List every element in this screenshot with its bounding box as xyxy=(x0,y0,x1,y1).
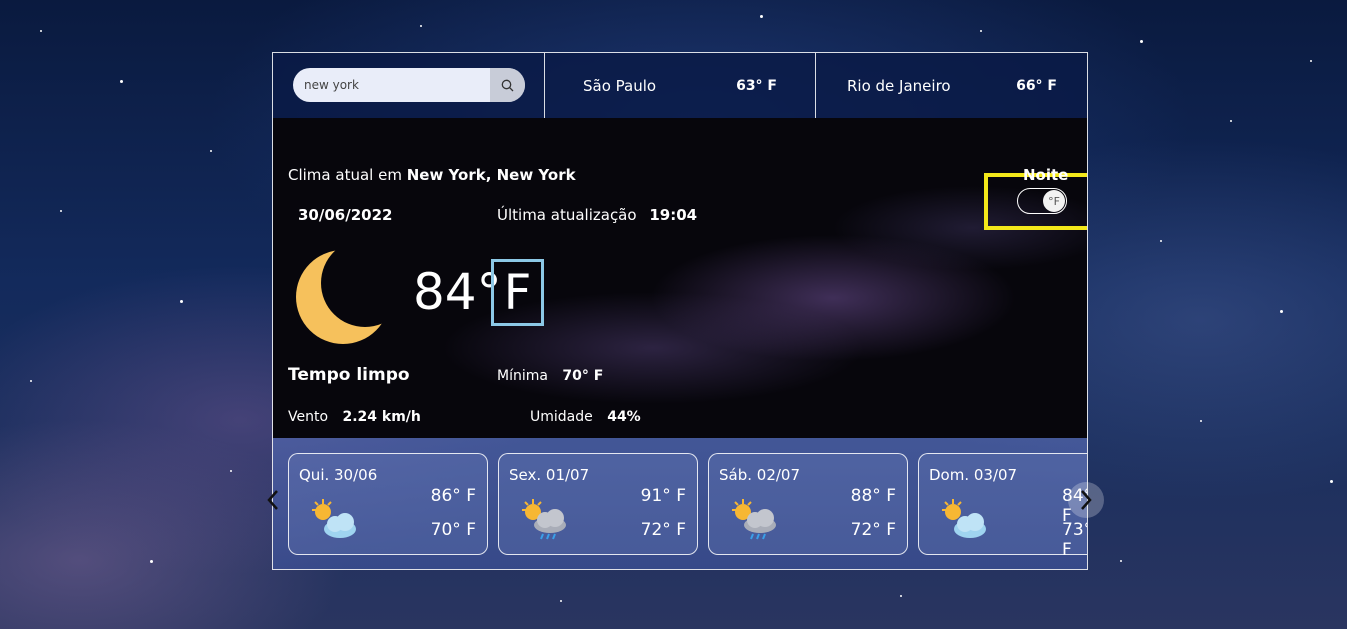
city-name: Rio de Janeiro xyxy=(847,76,951,95)
last-update: Última atualização 19:04 xyxy=(497,206,697,224)
sun-rain-icon xyxy=(732,499,776,540)
chevron-right-icon xyxy=(1081,490,1092,510)
city-temp: 63° F xyxy=(736,77,777,94)
humidity-label: Umidade xyxy=(530,409,593,425)
min-temp-value: 70° F xyxy=(562,368,604,384)
unit-toggle[interactable]: °F xyxy=(1017,188,1067,214)
humidity: Umidade 44% xyxy=(530,409,641,425)
min-temp: Mínima 70° F xyxy=(497,368,603,384)
forecast-min: 72° F xyxy=(850,520,896,540)
forecast-min: 72° F xyxy=(640,520,686,540)
carousel-prev-button[interactable] xyxy=(255,482,291,518)
wind: Vento 2.24 km/h xyxy=(288,409,421,425)
day-period: Noite xyxy=(1023,166,1069,184)
forecast-card[interactable]: Qui. 30/06 86° F 70° F xyxy=(288,453,488,555)
unit-toggle-knob: °F xyxy=(1043,190,1065,212)
forecast-min: 70° F xyxy=(430,520,476,540)
city-rio-de-janeiro[interactable]: Rio de Janeiro 66° F xyxy=(816,53,1087,118)
forecast-day: Dom. 03/07 xyxy=(929,466,1018,484)
forecast-card[interactable]: Dom. 03/07 84° F 73° F xyxy=(918,453,1087,560)
city-name: São Paulo xyxy=(583,76,657,95)
forecast-max: 91° F xyxy=(640,486,686,506)
min-temp-label: Mínima xyxy=(497,368,548,384)
search-box xyxy=(293,68,525,102)
forecast-card[interactable]: Sex. 01/07 91° F 72° F xyxy=(498,453,698,555)
weather-app: São Paulo 63° F Rio de Janeiro 66° F °F … xyxy=(272,52,1088,570)
weather-condition: Tempo limpo xyxy=(288,365,410,385)
forecast-max: 86° F xyxy=(430,486,476,506)
last-update-label: Última atualização xyxy=(497,206,637,224)
location-prefix: Clima atual em xyxy=(288,166,402,184)
forecast-card[interactable]: Sáb. 02/07 88° F 72° F xyxy=(708,453,908,555)
wind-label: Vento xyxy=(288,409,329,425)
last-update-time: 19:04 xyxy=(649,206,698,224)
search-icon xyxy=(501,79,514,91)
sun-cloud-icon xyxy=(942,499,986,538)
current-weather-panel: °F Clima atual em New York, New York Noi… xyxy=(273,118,1087,438)
current-date: 30/06/2022 xyxy=(298,206,393,224)
search-button[interactable] xyxy=(490,68,525,102)
humidity-value: 44% xyxy=(607,409,641,425)
wind-value: 2.24 km/h xyxy=(342,409,421,425)
city-sao-paulo[interactable]: São Paulo 63° F xyxy=(545,53,816,118)
current-temperature: 84° xyxy=(413,263,502,321)
moon-icon xyxy=(296,250,390,344)
carousel-next-button[interactable] xyxy=(1068,482,1104,518)
forecast-day: Sex. 01/07 xyxy=(509,466,590,484)
city-temp: 66° F xyxy=(1016,77,1057,94)
forecast-day: Qui. 30/06 xyxy=(299,466,378,484)
chevron-left-icon xyxy=(267,490,278,510)
search-input[interactable] xyxy=(293,68,490,102)
location-name: New York, New York xyxy=(406,166,576,184)
sun-rain-icon xyxy=(522,499,566,540)
sun-cloud-icon xyxy=(312,499,356,538)
forecast-min: 73° F xyxy=(1062,520,1087,560)
temperature-unit: F xyxy=(491,259,544,326)
forecast-strip: Qui. 30/06 86° F 70° F Sex. 01/07 91° F … xyxy=(273,438,1087,569)
search-cell xyxy=(273,53,545,118)
top-bar: São Paulo 63° F Rio de Janeiro 66° F xyxy=(273,53,1087,118)
location-line: Clima atual em New York, New York xyxy=(288,166,576,184)
forecast-day: Sáb. 02/07 xyxy=(719,466,800,484)
forecast-max: 88° F xyxy=(850,486,896,506)
